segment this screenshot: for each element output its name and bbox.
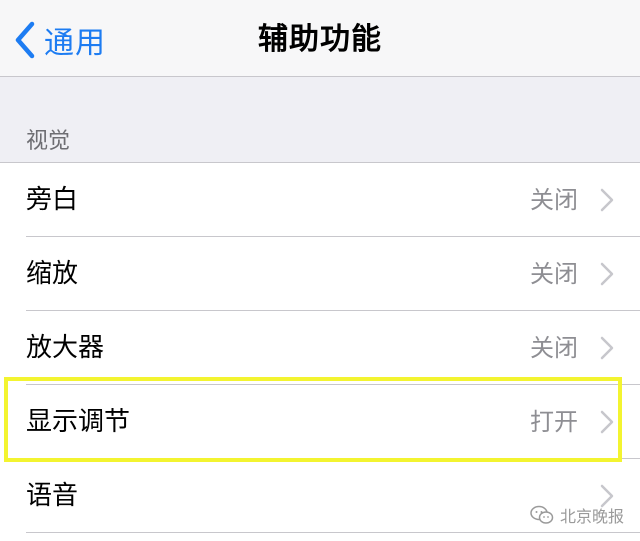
list-item-value: 打开 bbox=[530, 408, 578, 436]
navigation-bar: 通用 辅助功能 bbox=[0, 0, 640, 77]
chevron-right-icon bbox=[600, 262, 614, 286]
list-item-label: 放大器 bbox=[26, 333, 105, 363]
list-item-label: 旁白 bbox=[26, 185, 79, 215]
chevron-right-icon bbox=[600, 188, 614, 212]
list-item-label: 显示调节 bbox=[26, 407, 131, 437]
list-item-value: 关闭 bbox=[530, 186, 578, 214]
watermark: 北京晚报 bbox=[530, 503, 624, 527]
group-spacer bbox=[0, 77, 640, 163]
chevron-right-icon bbox=[600, 410, 614, 434]
list-item-value: 关闭 bbox=[530, 260, 578, 288]
list-item-zoom[interactable]: 缩放 关闭 bbox=[0, 237, 640, 311]
list-item-voiceover[interactable]: 旁白 关闭 bbox=[0, 163, 640, 237]
list-item-label: 语音 bbox=[26, 481, 79, 511]
settings-list: 旁白 关闭 缩放 关闭 放大器 关闭 显示调节 打开 语音 bbox=[0, 162, 640, 533]
row-separator bbox=[26, 532, 640, 533]
list-item-label: 缩放 bbox=[26, 259, 79, 289]
page-title: 辅助功能 bbox=[258, 22, 382, 57]
list-item-display-accommodations[interactable]: 显示调节 打开 bbox=[0, 385, 640, 459]
wechat-icon bbox=[530, 505, 554, 524]
watermark-text: 北京晚报 bbox=[559, 507, 624, 526]
list-item-magnifier[interactable]: 放大器 关闭 bbox=[0, 311, 640, 385]
section-header: 视觉 bbox=[26, 129, 71, 154]
list-item-value: 关闭 bbox=[530, 334, 578, 362]
chevron-right-icon bbox=[600, 336, 614, 360]
